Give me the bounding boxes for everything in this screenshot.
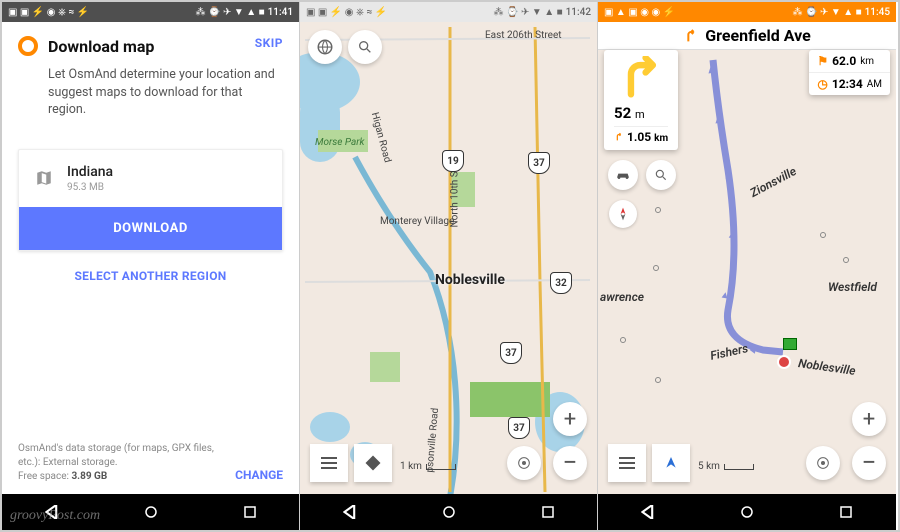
next-turn-distance: 52 m [614, 104, 668, 122]
zoom-out-button[interactable]: − [553, 446, 587, 480]
scale-bar: 1 km [400, 461, 456, 472]
park-label: Morse Park [315, 137, 364, 148]
locate-button[interactable] [806, 446, 840, 480]
status-icons-right: ⁂ ⌚ ✈ ▼ ▲ ■ [196, 7, 265, 18]
compass-button[interactable] [609, 200, 637, 228]
home-button[interactable] [439, 502, 459, 522]
recents-button[interactable] [240, 502, 260, 522]
menu-button[interactable] [608, 444, 646, 482]
search-button[interactable] [646, 160, 676, 190]
highway-shield: 37 [528, 152, 550, 174]
nav-street-header: Greenfield Ave [598, 22, 896, 50]
turn-panel[interactable]: 52 m 1.05 km [604, 50, 678, 150]
street-name: Greenfield Ave [705, 26, 810, 45]
city-label: Noblesville [435, 272, 505, 288]
page-title: Download map [48, 37, 154, 56]
home-button[interactable] [737, 502, 757, 522]
current-location-icon [776, 354, 792, 370]
zoom-in-button[interactable]: + [553, 402, 587, 436]
status-icons-left: ▣ ▣ ⚡ ◉ ⎈ ≈ ⚡ [8, 7, 89, 18]
region-row[interactable]: Indiana 95.3 MB [19, 150, 282, 207]
map-icon [35, 169, 53, 187]
select-another-region-link[interactable]: SELECT ANOTHER REGION [18, 251, 283, 301]
locate-button[interactable] [507, 446, 541, 480]
layers-button[interactable] [308, 30, 342, 64]
back-button[interactable] [638, 502, 658, 522]
back-button[interactable] [340, 502, 360, 522]
status-bar: ▣ ▲ ▣ ◉ ◉ ⚡ ⁂ ⌚ ✈ ▼ ▲ ■ 11:45 [598, 2, 896, 22]
page-description: Let OsmAnd determine your location and s… [48, 66, 283, 119]
skip-link[interactable]: SKIP [255, 36, 283, 50]
android-nav-bar [300, 494, 597, 530]
destination-flag-icon [783, 338, 797, 350]
status-icons-left: ▣ ▣ ⚡ ◉ ⎈ ≈ ⚡ [306, 7, 387, 18]
storage-footer: OsmAnd's data storage (for maps, GPX fil… [2, 432, 299, 494]
status-time: 11:42 [566, 7, 591, 18]
status-time: 11:45 [865, 7, 890, 18]
screen-navigation: ▣ ▲ ▣ ◉ ◉ ⚡ ⁂ ⌚ ✈ ▼ ▲ ■ 11:45 Greenfield… [598, 2, 896, 530]
download-button[interactable]: DOWNLOAD [19, 207, 282, 250]
recents-button[interactable] [836, 502, 856, 522]
road-label: East 206th Street [485, 30, 562, 41]
river [300, 22, 597, 494]
screen-download-map: ▣ ▣ ⚡ ◉ ⎈ ≈ ⚡ ⁂ ⌚ ✈ ▼ ▲ ■ 11:41 Download… [2, 2, 300, 530]
place-label: Monterey Village [380, 216, 454, 227]
status-icons-left: ▣ ▲ ▣ ◉ ◉ ⚡ [604, 7, 675, 18]
region-size: 95.3 MB [67, 182, 113, 193]
place-label: Westfield [828, 280, 877, 294]
change-storage-link[interactable]: CHANGE [235, 467, 283, 484]
profile-car-button[interactable] [608, 160, 638, 190]
region-name: Indiana [67, 164, 113, 180]
status-bar: ▣ ▣ ⚡ ◉ ⎈ ≈ ⚡ ⁂ ⌚ ✈ ▼ ▲ ■ 11:42 [300, 2, 597, 22]
highway-shield: 32 [550, 272, 572, 294]
highway-shield: 37 [500, 342, 522, 364]
navigation-arrow-button[interactable] [652, 444, 690, 482]
status-icons-right: ⁂ ⌚ ✈ ▼ ▲ ■ [793, 7, 862, 18]
turn-right-icon [683, 28, 699, 44]
place-label: awrence [600, 290, 644, 304]
scale-bar: 5 km [698, 461, 754, 472]
map-surface[interactable]: East 206th Street Morse Park Monterey Vi… [300, 22, 597, 494]
status-time: 11:41 [268, 7, 293, 18]
route-arrow-icon: ▲ [705, 64, 717, 77]
zoom-in-button[interactable]: + [852, 402, 886, 436]
storage-text: OsmAnd's data storage (for maps, GPX fil… [18, 443, 214, 468]
route-arrow-icon: ▲ [722, 169, 733, 181]
route-arrow-icon: ▲ [719, 289, 731, 302]
status-icons-right: ⁂ ⌚ ✈ ▼ ▲ ■ [494, 7, 563, 18]
turn-right-icon [614, 56, 668, 102]
search-button[interactable] [348, 30, 382, 64]
region-card: Indiana 95.3 MB DOWNLOAD [18, 149, 283, 251]
home-button[interactable] [141, 502, 161, 522]
watermark: groovyPost.com [10, 508, 100, 524]
route-arrow-icon: ▲ [712, 114, 724, 127]
eta: ◷12:34 AM [809, 73, 890, 95]
free-space-value: 3.89 GB [71, 471, 107, 482]
remaining-distance: ⚑62.0 km [809, 50, 890, 73]
recents-button[interactable] [538, 502, 558, 522]
route-arrow-icon: ▲ [727, 230, 738, 242]
menu-button[interactable] [310, 444, 348, 482]
android-nav-bar [598, 494, 896, 530]
highway-shield: 37 [508, 417, 530, 439]
highway-shield: 19 [442, 150, 464, 172]
status-bar: ▣ ▣ ⚡ ◉ ⎈ ≈ ⚡ ⁂ ⌚ ✈ ▼ ▲ ■ 11:41 [2, 2, 299, 22]
following-turn-distance: 1.05 km [614, 126, 668, 144]
directions-button[interactable] [354, 444, 392, 482]
zoom-out-button[interactable]: − [852, 446, 886, 480]
free-space-label: Free space: [18, 471, 71, 482]
osmand-logo-icon [18, 36, 38, 56]
screen-map-view: ▣ ▣ ⚡ ◉ ⎈ ≈ ⚡ ⁂ ⌚ ✈ ▼ ▲ ■ 11:42 [300, 2, 598, 530]
trip-info-panel[interactable]: ⚑62.0 km ◷12:34 AM [809, 50, 890, 95]
